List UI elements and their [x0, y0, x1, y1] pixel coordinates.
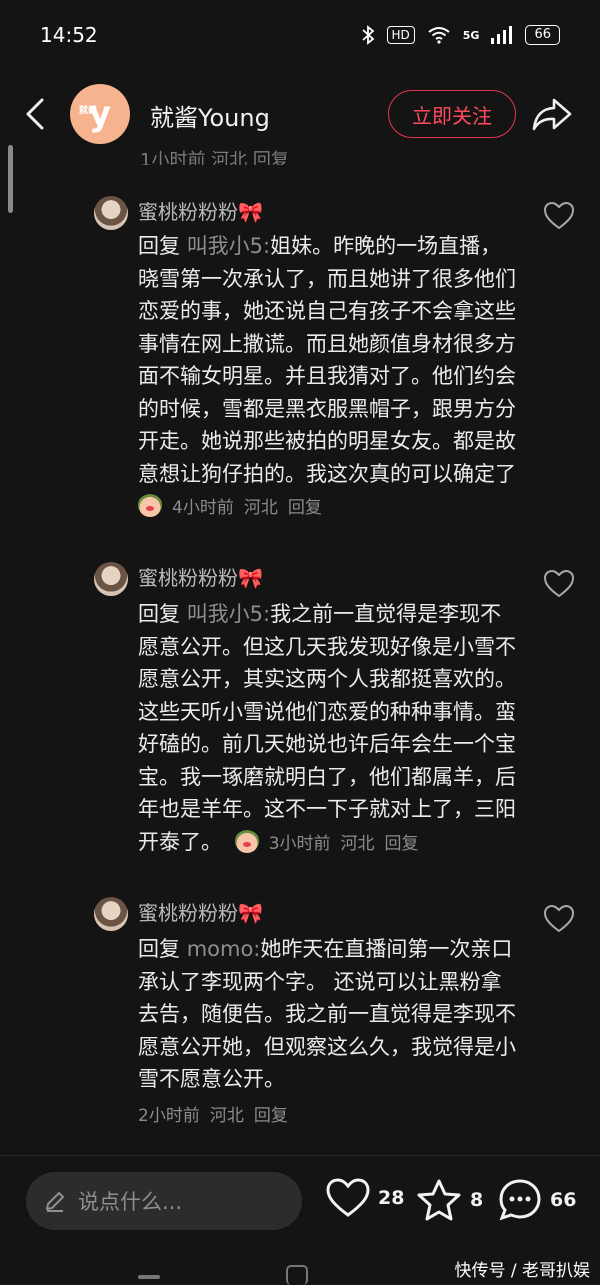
- bow-icon: 🎀: [238, 566, 263, 590]
- back-button[interactable]: [20, 94, 50, 134]
- commenter-name[interactable]: 蜜桃粉粉粉🎀: [138, 196, 263, 225]
- comment-body: 回复 叫我小5:我之前一直觉得是李现不愿意公开。但这几天我发现好像是小雪不愿意公…: [138, 598, 518, 860]
- bottom-action-bar: 说点什么... 28 8 66: [0, 1155, 600, 1245]
- reply-link[interactable]: 回复: [385, 834, 419, 854]
- commenter-avatar[interactable]: [94, 897, 128, 931]
- commenter-avatar[interactable]: [94, 562, 128, 596]
- comment-time: 4小时前: [172, 498, 234, 518]
- battery-indicator: 66: [525, 25, 560, 45]
- like-count: 28: [378, 1187, 405, 1209]
- comment-input-placeholder: 说点什么...: [78, 1190, 183, 1214]
- comment-time: 2小时前: [138, 1105, 200, 1126]
- commenter-name[interactable]: 蜜桃粉粉粉🎀: [138, 897, 263, 926]
- signal-icon: [491, 26, 513, 44]
- commenter-avatar[interactable]: [94, 196, 128, 230]
- status-time: 14:52: [40, 23, 98, 47]
- comment-meta: 2小时前 河北 回复: [138, 1100, 518, 1133]
- reply-to-user[interactable]: 叫我小5:: [187, 602, 270, 626]
- heart-icon[interactable]: [544, 570, 574, 598]
- chevron-left-icon: [26, 98, 44, 130]
- bow-icon: 🎀: [238, 901, 263, 925]
- author-avatar[interactable]: 就酱 y: [70, 84, 130, 144]
- scrollbar[interactable]: [8, 145, 13, 213]
- reply-prefix: 回复: [138, 937, 180, 961]
- author-name[interactable]: 就酱Young: [150, 98, 270, 133]
- favorite-button[interactable]: 8: [416, 1178, 483, 1222]
- comment-input[interactable]: 说点什么...: [26, 1172, 302, 1230]
- comment-location: 河北: [340, 833, 375, 854]
- favorite-count: 8: [470, 1189, 484, 1211]
- watermark: 快传号 / 老哥扒娱: [454, 1261, 590, 1281]
- reply-to-user[interactable]: 叫我小5:: [187, 234, 270, 258]
- comment-body: 回复 momo:她昨天在直播间第一次亲口承认了李现两个字。 还说可以让黑粉拿去告…: [138, 933, 518, 1132]
- status-icons: HD 5G 66: [361, 25, 560, 45]
- comment-location: 河北: [243, 498, 278, 518]
- header: 就酱 y 就酱Young 立即关注: [0, 78, 600, 150]
- reply-to-user[interactable]: momo:: [187, 937, 261, 961]
- reply-link[interactable]: 回复: [288, 498, 322, 518]
- follow-button[interactable]: 立即关注: [388, 90, 516, 138]
- comment-meta: 4小时前 河北 回复: [138, 492, 518, 525]
- commenter-name[interactable]: 蜜桃粉粉粉🎀: [138, 562, 263, 591]
- peach-emoji-icon: [234, 828, 259, 853]
- comment-text: 姐妹。昨晚的一场直播，晓雪第一次承认了，而且她讲了很多他们恋爱的事，她还说自己有…: [138, 234, 516, 486]
- heart-icon[interactable]: [544, 202, 574, 230]
- wifi-icon: [428, 27, 450, 44]
- network-label: 5G: [462, 28, 480, 42]
- comment-location: 河北: [209, 1105, 244, 1126]
- reply-link[interactable]: 回复: [254, 1106, 288, 1126]
- heart-icon[interactable]: [544, 905, 574, 933]
- commenter-name-text: 蜜桃粉粉粉: [138, 901, 238, 925]
- comment-count: 66: [550, 1189, 577, 1211]
- comment-meta: 3小时前 河北 回复: [234, 828, 429, 854]
- like-button[interactable]: 28: [326, 1178, 404, 1218]
- bluetooth-icon: [361, 25, 374, 45]
- chat-bubble-icon: [499, 1179, 541, 1221]
- commenter-name-text: 蜜桃粉粉粉: [138, 200, 238, 224]
- status-bar: 14:52 HD 5G 66: [0, 0, 600, 70]
- share-button[interactable]: [530, 94, 574, 134]
- comment-text: 我之前一直觉得是李现不愿意公开。但这几天我发现好像是小雪不愿意公开，其实这两个人…: [138, 602, 516, 854]
- comment-button[interactable]: 66: [498, 1178, 576, 1222]
- comment-body: 回复 叫我小5:姐妹。昨晚的一场直播，晓雪第一次承认了，而且她讲了很多他们恋爱的…: [138, 230, 518, 525]
- star-icon: [417, 1179, 461, 1221]
- nav-home-icon[interactable]: [286, 1265, 308, 1285]
- peach-emoji-icon: [138, 493, 162, 517]
- reply-prefix: 回复: [138, 602, 180, 626]
- hd-badge: HD: [386, 26, 415, 44]
- heart-icon: [326, 1178, 370, 1217]
- share-icon: [532, 98, 572, 131]
- nav-menu-icon[interactable]: [138, 1275, 160, 1279]
- bow-icon: 🎀: [238, 200, 263, 224]
- clipped-comment-meta: 1小时前 河北 回复: [140, 150, 289, 165]
- reply-prefix: 回复: [138, 234, 180, 258]
- comment-time: 3小时前: [268, 833, 331, 854]
- commenter-name-text: 蜜桃粉粉粉: [138, 566, 238, 590]
- pen-icon: [46, 1192, 64, 1212]
- avatar-mini-text: 就酱: [79, 106, 98, 116]
